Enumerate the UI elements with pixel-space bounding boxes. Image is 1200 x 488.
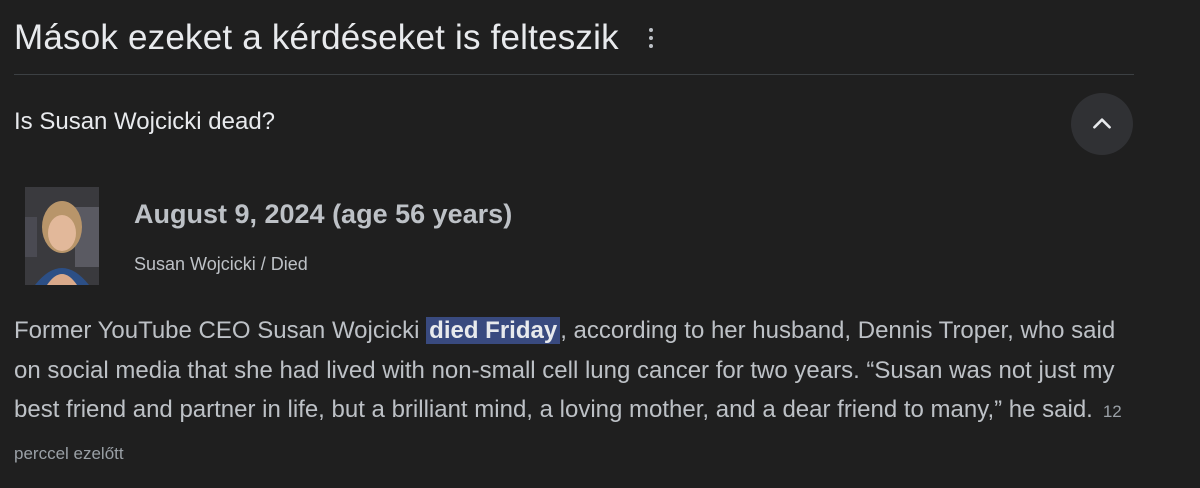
snippet-highlight: died Friday	[426, 317, 561, 344]
chevron-up-icon	[1093, 118, 1111, 129]
section-title: Mások ezeket a kérdéseket is felteszik	[14, 18, 619, 57]
answer-date: August 9, 2024 (age 56 years)	[134, 199, 513, 229]
section-header: Mások ezeket a kérdéseket is felteszik	[14, 18, 661, 58]
collapse-button[interactable]	[1071, 93, 1133, 155]
divider	[14, 74, 1134, 75]
breadcrumb-separator: /	[255, 254, 271, 274]
more-options-button[interactable]	[641, 18, 661, 58]
snippet-text: Former YouTube CEO Susan Wojcicki died F…	[14, 311, 1124, 473]
answer-breadcrumb: Susan Wojcicki / Died	[134, 254, 308, 275]
snippet-before: Former YouTube CEO Susan Wojcicki	[14, 317, 427, 344]
avatar[interactable]	[25, 187, 99, 285]
more-vert-icon	[648, 28, 653, 32]
person-photo	[25, 187, 99, 285]
entity-link[interactable]: Susan Wojcicki	[134, 254, 256, 274]
question-text[interactable]: Is Susan Wojcicki dead?	[14, 108, 275, 136]
attribute-link[interactable]: Died	[271, 254, 308, 274]
